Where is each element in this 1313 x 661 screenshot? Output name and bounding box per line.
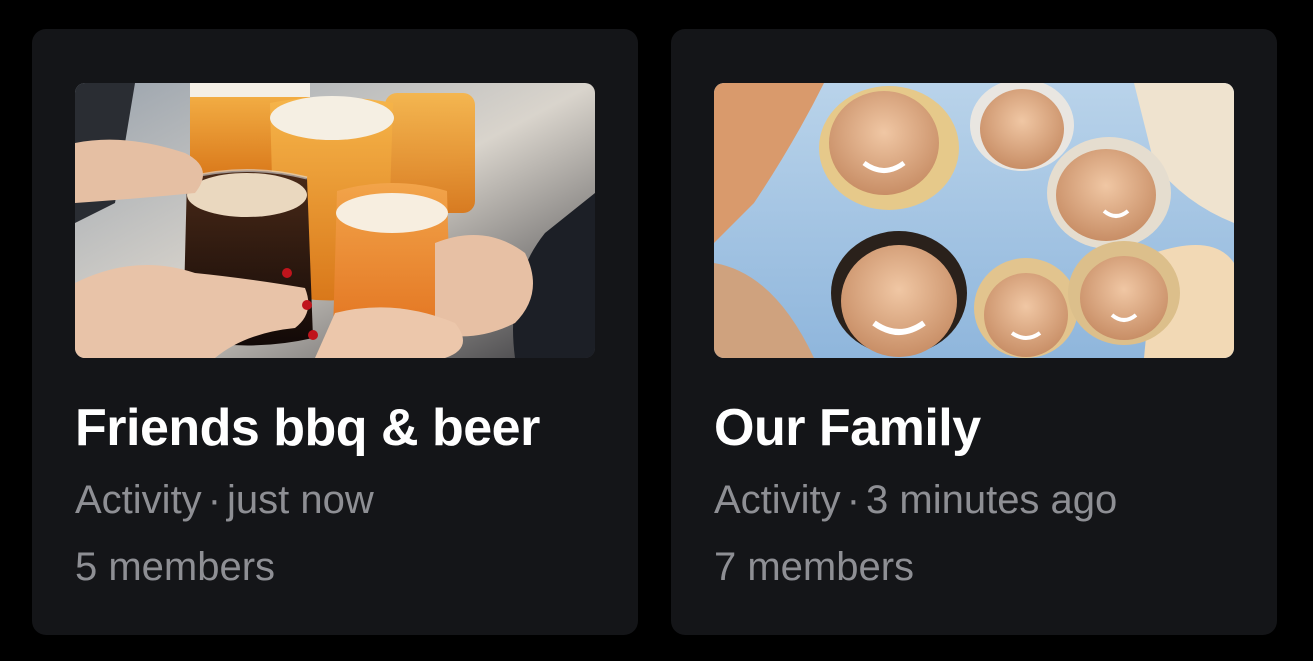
activity-time: 3 minutes ago <box>866 478 1118 522</box>
group-title: Friends bbq & beer <box>75 399 540 457</box>
activity-label: Activity <box>714 478 841 522</box>
family-photo-illustration <box>714 83 1234 358</box>
group-cover-image <box>714 83 1234 358</box>
group-activity: Activity · just now <box>75 476 595 524</box>
activity-label: Activity <box>75 478 202 522</box>
group-cover-image <box>75 83 595 358</box>
group-member-count: 7 members <box>714 545 915 589</box>
group-title: Our Family <box>714 399 981 457</box>
beer-photo-illustration <box>75 83 595 358</box>
group-card-friends[interactable]: Friends bbq & beer Activity · just now 5 m… <box>32 29 638 635</box>
group-member-count: 5 members <box>75 545 276 589</box>
group-card-family[interactable]: Our Family Activity · 3 minutes ago 7 memb… <box>671 29 1277 635</box>
group-activity: Activity · 3 minutes ago <box>714 476 1234 524</box>
groups-grid: Friends bbq & beer Activity · just now 5 m… <box>0 0 1313 661</box>
activity-time: just now <box>227 478 374 522</box>
separator-dot: · <box>846 478 861 522</box>
separator-dot: · <box>207 478 222 522</box>
